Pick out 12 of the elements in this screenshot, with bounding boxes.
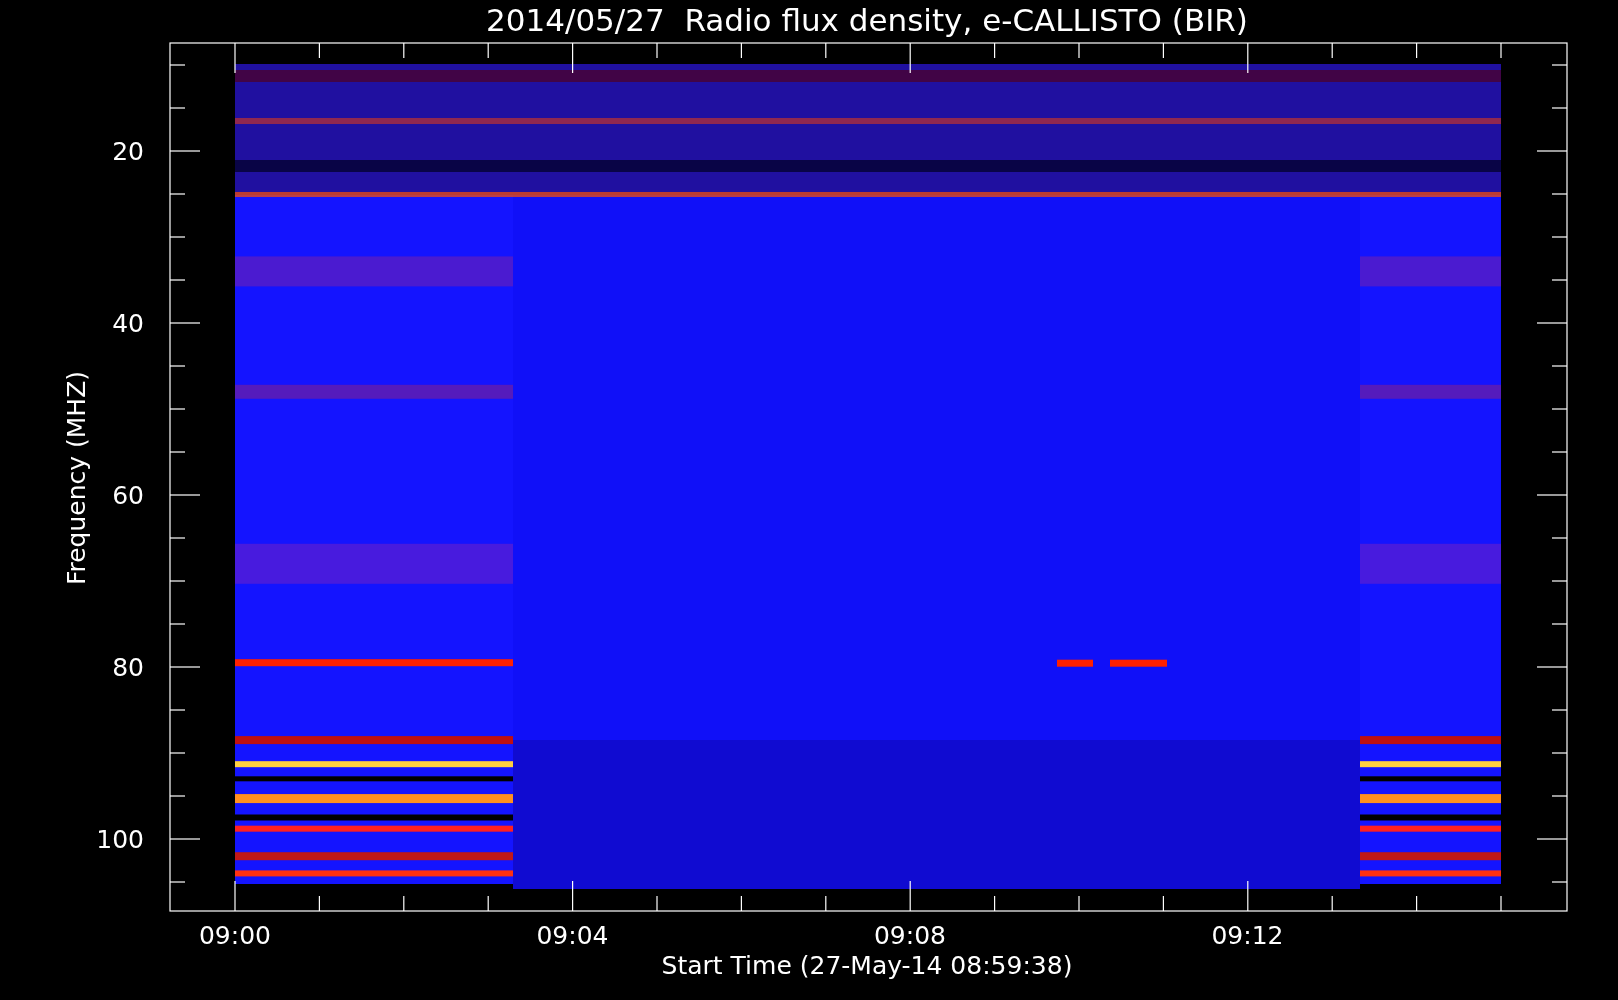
x-tick-label: 09:04 [536,921,609,950]
chart-title: 2014/05/27 Radio flux density, e-CALLISTO (BIR) [486,2,1248,38]
x-axis-label: Start Time (27-May-14 08:59:38) [661,951,1073,980]
y-tick-label: 100 [96,825,144,854]
y-tick-label: 60 [112,481,144,510]
y-tick-label: 40 [112,309,144,338]
x-tick-label: 09:12 [1211,921,1284,950]
x-tick-label: 09:00 [199,921,271,950]
y-tick-label: 20 [112,137,144,166]
y-tick-label: 80 [112,653,144,682]
x-tick-label: 09:08 [874,921,946,950]
y-axis-label: Frequency (MHZ) [62,370,91,586]
